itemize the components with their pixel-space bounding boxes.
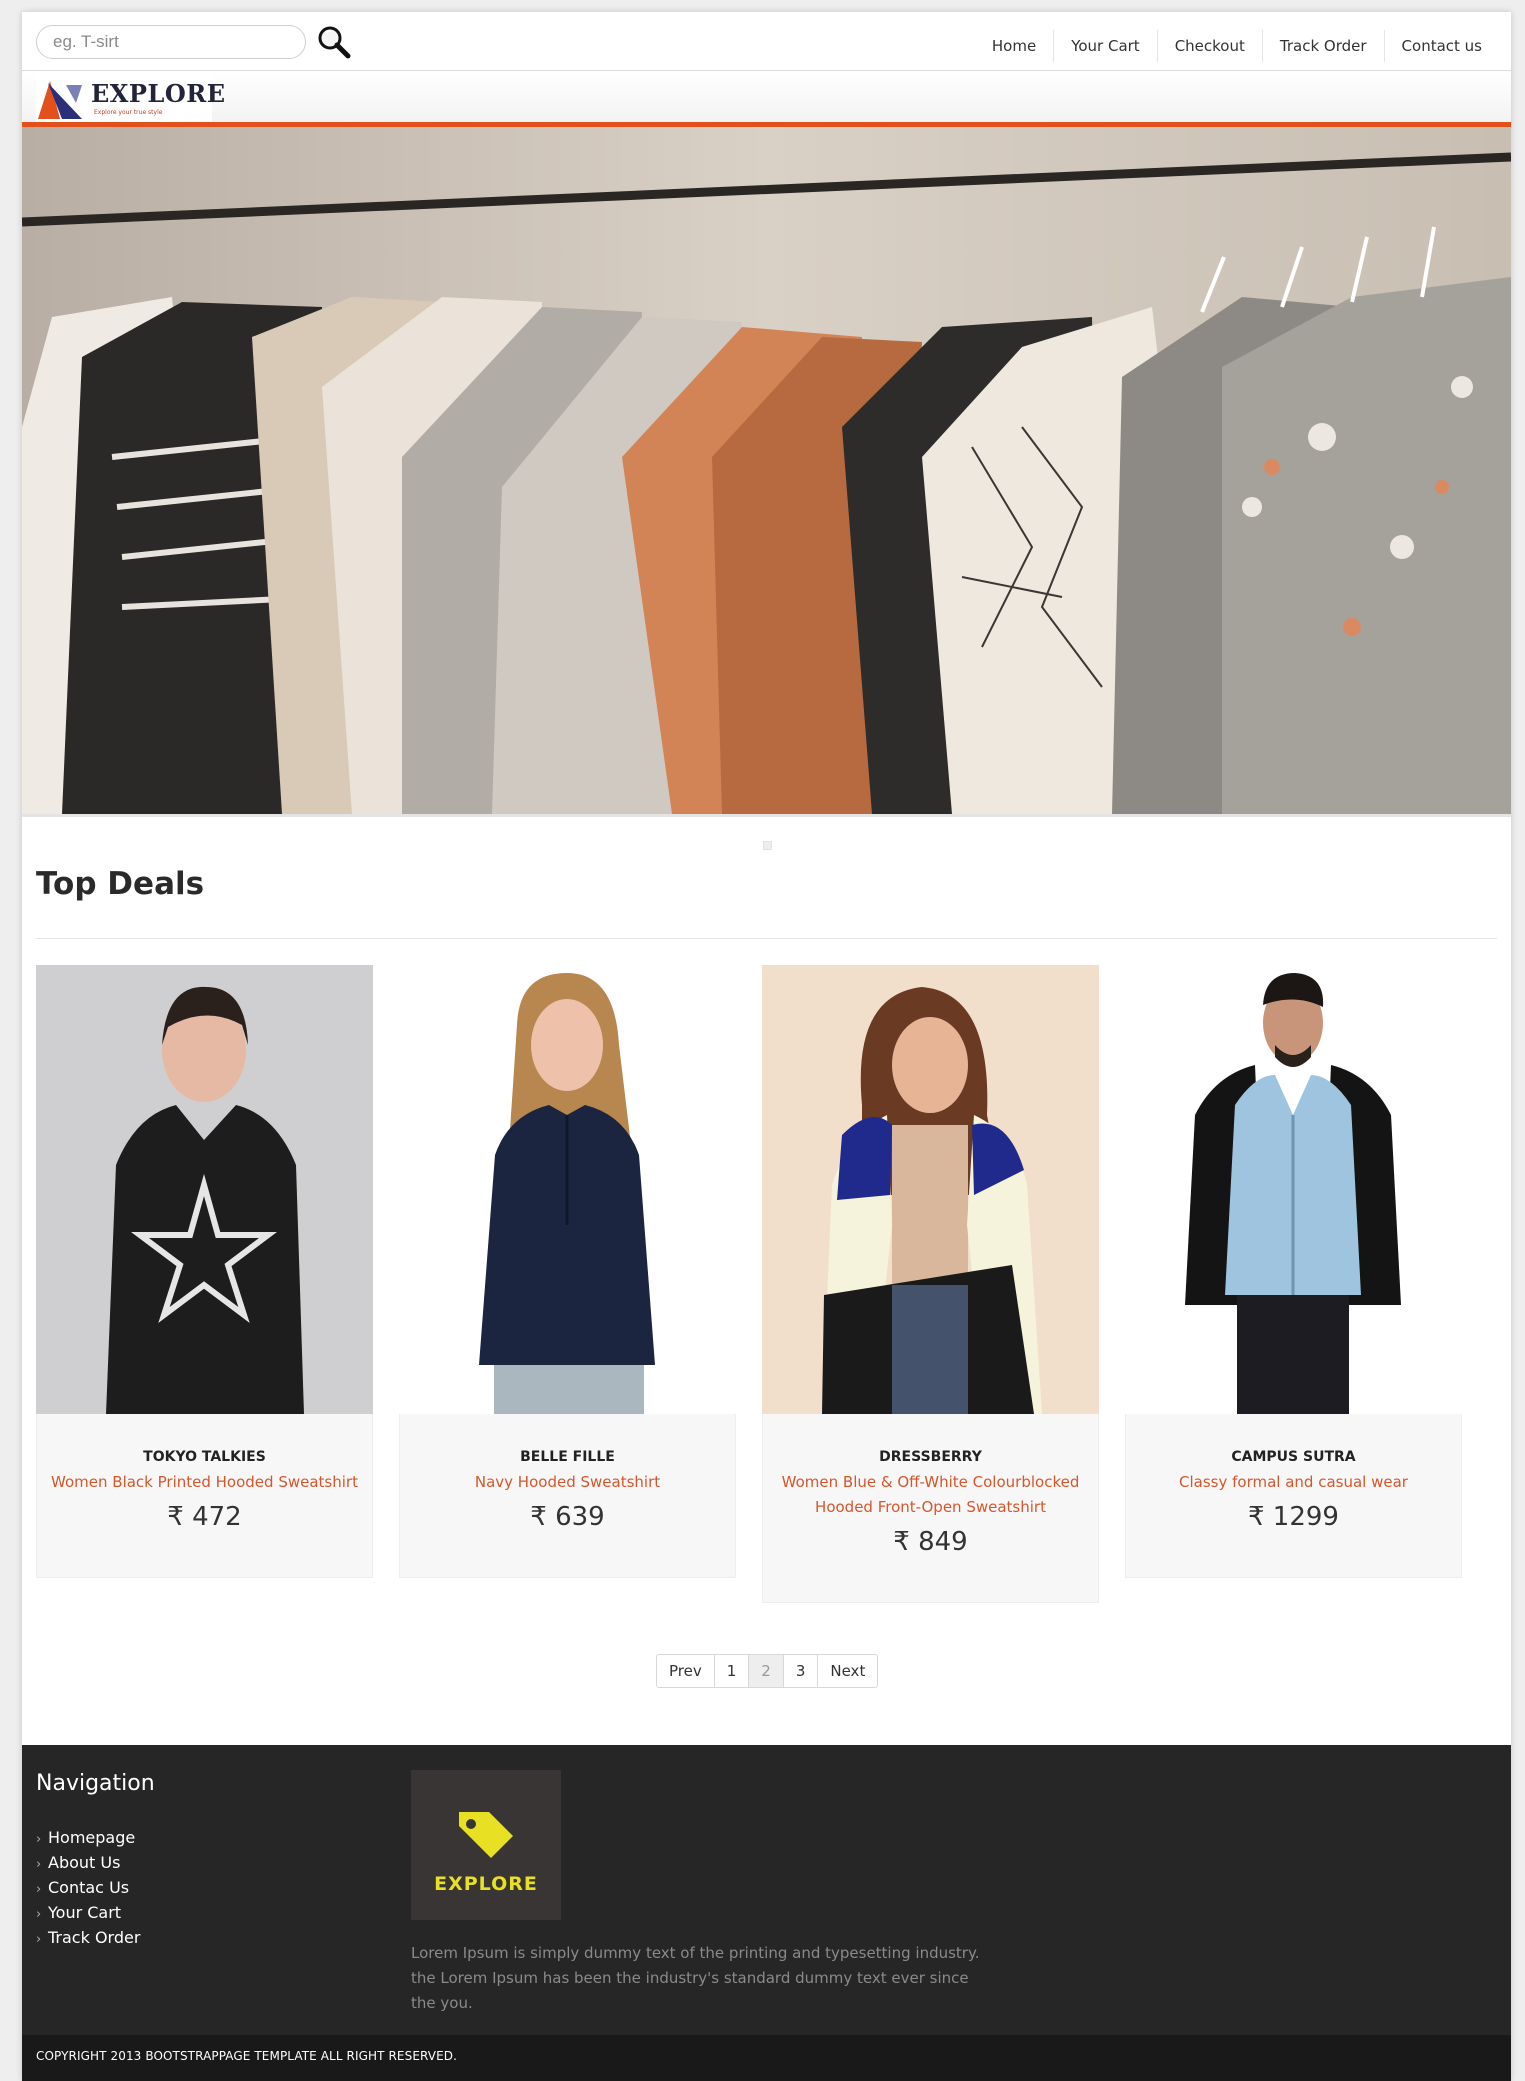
copyright-text: COPYRIGHT 2013 BOOTSTRAPPAGE TEMPLATE AL… [36,2049,458,2063]
nav-your-cart[interactable]: Your Cart [1053,30,1157,62]
main-nav: Home Your Cart Checkout Track Order Cont… [975,30,1499,62]
product-brand: DRESSBERRY [879,1449,982,1465]
product-info: CAMPUS SUTRA Classy formal and casual we… [1125,1414,1462,1578]
search-input[interactable] [36,25,306,59]
logo-mark-icon [38,81,82,119]
product-name-link[interactable]: Navy Hooded Sweatshirt [400,1470,735,1495]
footer-logo: EXPLORE [411,1770,561,1920]
product-image[interactable] [36,965,373,1414]
footer-link-item: › About Us [36,1850,140,1875]
product-price: ₹ 849 [893,1527,968,1557]
product-card[interactable]: TOKYO TALKIES Women Black Printed Hooded… [36,965,373,1578]
hero-banner-image [22,127,1511,814]
product-name-link[interactable]: Women Black Printed Hooded Sweatshirt [37,1470,372,1495]
footer-link-track-order[interactable]: Track Order [48,1928,140,1947]
product-card[interactable]: DRESSBERRY Women Blue & Off-White Colour… [762,965,1099,1603]
footer: Navigation › Homepage › About Us › Contac U… [22,1745,1511,2035]
page: Home Your Cart Checkout Track Order Cont… [22,12,1511,2081]
footer-link-item: › Your Cart [36,1900,140,1925]
footer-about-text: Lorem Ipsum is simply dummy text of the … [411,1944,980,2012]
nav-track-order[interactable]: Track Order [1261,30,1384,62]
product-info: TOKYO TALKIES Women Black Printed Hooded… [36,1414,373,1578]
search-icon[interactable] [316,24,352,60]
hero-divider [22,814,1511,817]
product-info: BELLE FILLE Navy Hooded Sweatshirt ₹ 639 [399,1414,736,1578]
product-name-link[interactable]: Women Blue & Off-White Colourblocked Hoo… [763,1470,1098,1520]
footer-link-about-us[interactable]: About Us [48,1853,120,1872]
pagination-next[interactable]: Next [817,1655,878,1687]
nav-home[interactable]: Home [975,30,1053,62]
footer-link-item: › Contac Us [36,1875,140,1900]
product-image[interactable] [1125,965,1462,1414]
product-name-link[interactable]: Classy formal and casual wear [1126,1470,1461,1495]
product-brand: CAMPUS SUTRA [1231,1449,1356,1465]
pagination-page-2-current[interactable]: 2 [748,1655,783,1687]
product-price: ₹ 472 [167,1502,242,1532]
footer-link-item: › Homepage [36,1825,140,1850]
footer-nav-list: › Homepage › About Us › Contac Us › Your Car… [36,1825,140,1950]
chevron-right-icon: › [36,1882,42,1897]
pagination-prev[interactable]: Prev [657,1655,714,1687]
logo-tagline: Explore your true style [94,109,163,116]
footer-link-contact-us[interactable]: Contac Us [48,1878,129,1897]
chevron-right-icon: › [36,1907,42,1922]
section-title: Top Deals [36,866,205,902]
chevron-right-icon: › [36,1932,42,1947]
footer-link-your-cart[interactable]: Your Cart [48,1903,121,1922]
footer-link-item: › Track Order [36,1925,140,1950]
product-brand: BELLE FILLE [520,1449,615,1465]
chevron-right-icon: › [36,1857,42,1872]
product-brand: TOKYO TALKIES [143,1449,266,1465]
product-card[interactable]: CAMPUS SUTRA Classy formal and casual we… [1125,965,1462,1578]
pagination-page-3[interactable]: 3 [782,1655,818,1687]
pagination-page-1[interactable]: 1 [713,1655,749,1687]
pagination: Prev 1 2 3 Next [656,1654,879,1688]
top-bar: Home Your Cart Checkout Track Order Cont… [22,12,1511,71]
site-logo[interactable]: EXPLORE Explore your true style [36,73,225,123]
chevron-right-icon: › [36,1832,42,1847]
footer-logo-text: EXPLORE [434,1873,538,1895]
section-divider [36,938,1497,939]
slider-indicator[interactable] [763,841,772,850]
copyright-bar: COPYRIGHT 2013 BOOTSTRAPPAGE TEMPLATE AL… [22,2035,1511,2081]
product-price: ₹ 639 [530,1502,605,1532]
tag-icon [459,1812,513,1858]
nav-contact-us[interactable]: Contact us [1383,30,1499,62]
product-card[interactable]: BELLE FILLE Navy Hooded Sweatshirt ₹ 639 [399,965,736,1578]
nav-checkout[interactable]: Checkout [1156,30,1262,62]
product-info: DRESSBERRY Women Blue & Off-White Colour… [762,1414,1099,1603]
product-image[interactable] [762,965,1099,1414]
product-price: ₹ 1299 [1248,1502,1339,1532]
footer-link-homepage[interactable]: Homepage [48,1828,135,1847]
footer-nav-title: Navigation [36,1771,155,1796]
logo-name: EXPLORE [91,79,226,108]
product-image[interactable] [399,965,736,1414]
